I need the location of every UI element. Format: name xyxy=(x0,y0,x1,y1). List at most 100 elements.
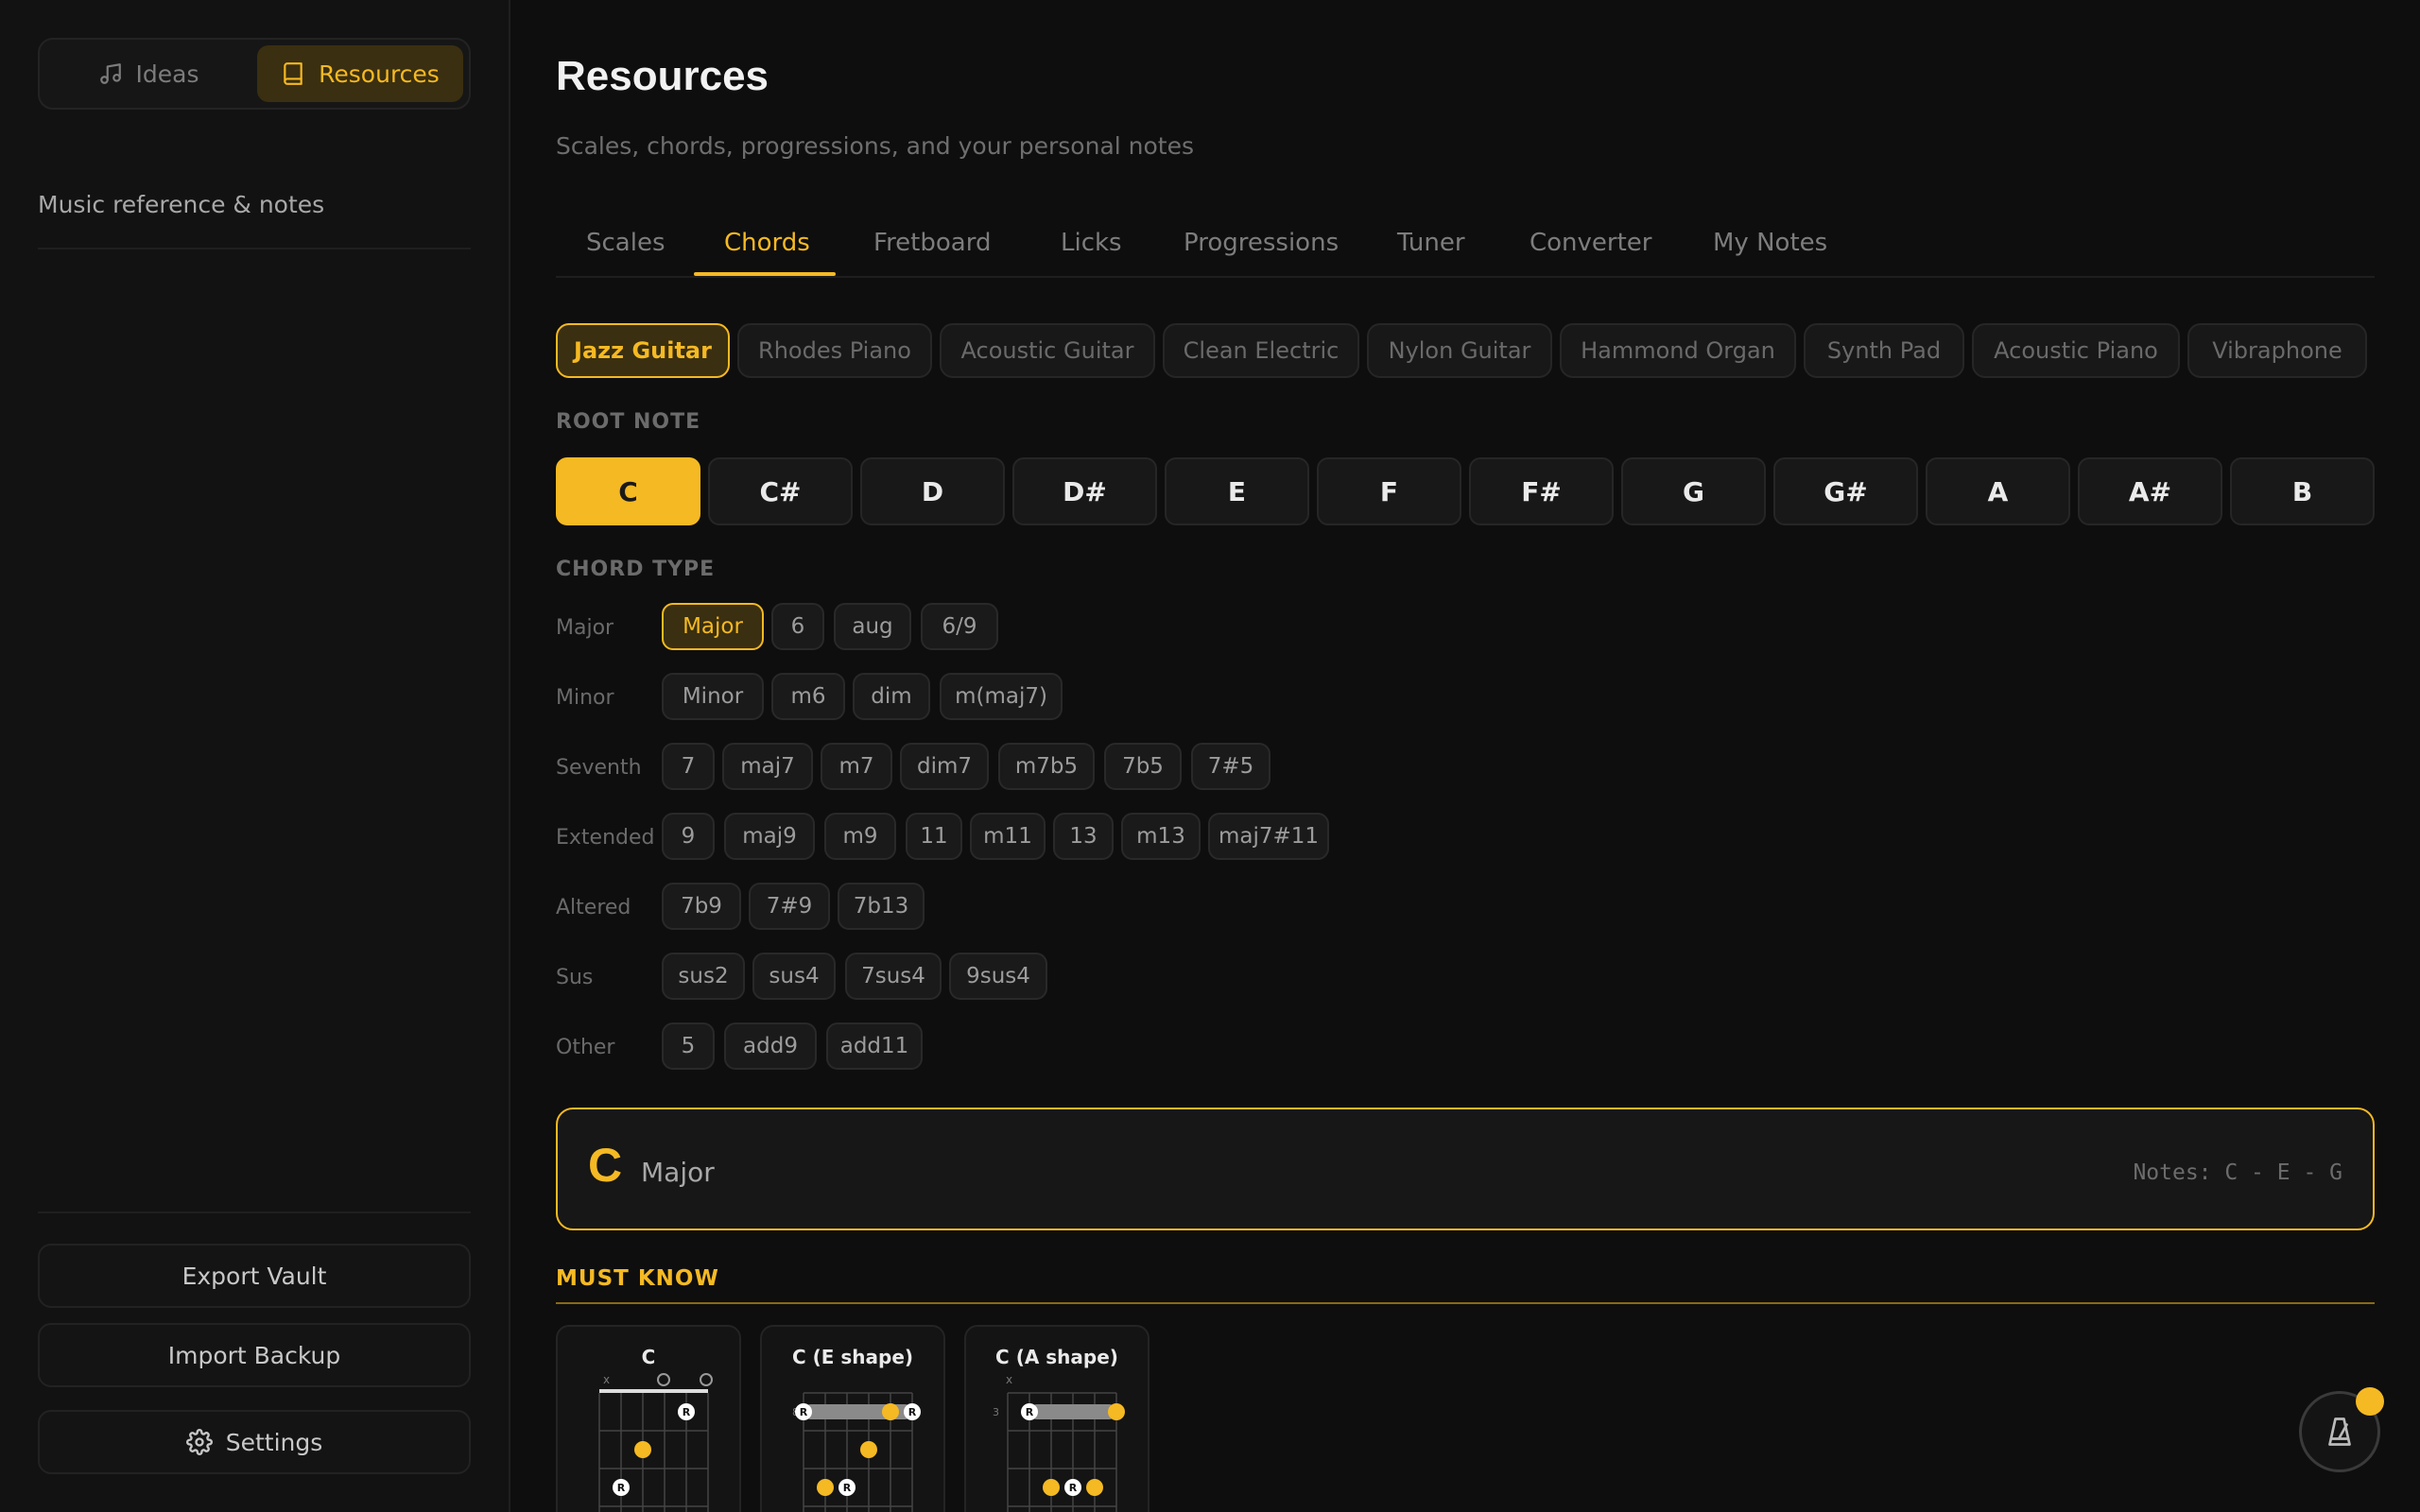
chord-type-7-sharp-9[interactable]: 7#9 xyxy=(749,883,830,930)
settings-button[interactable]: Settings xyxy=(38,1410,471,1474)
muted-string-marker: x xyxy=(603,1373,610,1386)
chord-card-c-a-shape[interactable]: C (A shape) x 3 R R xyxy=(964,1325,1150,1512)
chord-notes-display: Notes: C - E - G xyxy=(2133,1160,2342,1185)
chord-group-label-extended: Extended xyxy=(556,826,655,850)
chord-type-display: Major xyxy=(641,1157,715,1188)
chord-type-13[interactable]: 13 xyxy=(1053,813,1114,860)
chord-type-7b9[interactable]: 7b9 xyxy=(662,883,741,930)
chord-type-7-sharp-5[interactable]: 7#5 xyxy=(1191,743,1270,790)
instrument-hammond-organ[interactable]: Hammond Organ xyxy=(1560,323,1796,378)
root-f[interactable]: F xyxy=(1317,457,1461,525)
divider xyxy=(38,1211,471,1213)
chord-type-maj9[interactable]: maj9 xyxy=(724,813,815,860)
chord-type-5[interactable]: 5 xyxy=(662,1022,715,1070)
chord-type-major[interactable]: Major xyxy=(662,603,764,650)
chord-type-7b13[interactable]: 7b13 xyxy=(838,883,925,930)
root-d[interactable]: D xyxy=(860,457,1005,525)
import-backup-button[interactable]: Import Backup xyxy=(38,1323,471,1387)
active-tab-indicator xyxy=(694,272,836,276)
finger-dot xyxy=(860,1441,877,1458)
tab-my-notes[interactable]: My Notes xyxy=(1713,229,1827,257)
sidebar: Ideas Resources Music reference & notes … xyxy=(0,0,510,1512)
export-vault-button[interactable]: Export Vault xyxy=(38,1244,471,1308)
chord-type-maj7-sharp-11[interactable]: maj7#11 xyxy=(1208,813,1329,860)
chord-group-label-altered: Altered xyxy=(556,896,631,919)
root-a-sharp[interactable]: A# xyxy=(2078,457,2222,525)
chord-type-11[interactable]: 11 xyxy=(906,813,962,860)
root-marker: R xyxy=(1069,1482,1078,1494)
chord-card-title: C (E shape) xyxy=(791,1346,914,1368)
mode-ideas-label: Ideas xyxy=(135,60,199,88)
muted-string-marker: x xyxy=(1006,1373,1012,1386)
chord-diagram: x 3 R R xyxy=(993,1373,1125,1512)
chord-type-m6[interactable]: m6 xyxy=(771,673,845,720)
book-icon xyxy=(284,62,302,85)
sidebar-subtitle: Music reference & notes xyxy=(38,191,325,218)
chord-card-c[interactable]: C x R R xyxy=(556,1325,741,1512)
chord-type-dim7[interactable]: dim7 xyxy=(900,743,989,790)
chord-group-label-seventh: Seventh xyxy=(556,756,642,780)
chord-type-m7b5[interactable]: m7b5 xyxy=(998,743,1095,790)
chord-diagram: x R R xyxy=(598,1373,713,1512)
tab-progressions[interactable]: Progressions xyxy=(1184,229,1339,257)
instrument-synth-pad[interactable]: Synth Pad xyxy=(1804,323,1964,378)
root-c-sharp[interactable]: C# xyxy=(708,457,853,525)
root-b[interactable]: B xyxy=(2230,457,2375,525)
music-note-icon xyxy=(99,63,121,84)
mode-resources-button[interactable]: Resources xyxy=(257,45,463,102)
finger-dot xyxy=(817,1479,834,1496)
chord-type-maj7[interactable]: maj7 xyxy=(722,743,813,790)
tab-scales[interactable]: Scales xyxy=(586,229,666,257)
tab-licks[interactable]: Licks xyxy=(1061,229,1122,257)
tab-converter[interactable]: Converter xyxy=(1530,229,1652,257)
root-e[interactable]: E xyxy=(1165,457,1309,525)
main-content: Resources Scales, chords, progressions, … xyxy=(556,0,2375,1512)
root-marker: R xyxy=(617,1482,626,1494)
root-a[interactable]: A xyxy=(1926,457,2070,525)
instrument-nylon-guitar[interactable]: Nylon Guitar xyxy=(1367,323,1552,378)
page-title: Resources xyxy=(556,53,769,99)
instrument-clean-electric[interactable]: Clean Electric xyxy=(1163,323,1359,378)
chord-type-sus4[interactable]: sus4 xyxy=(752,953,836,1000)
finger-dot xyxy=(1108,1403,1125,1420)
chord-card-c-e-shape[interactable]: C (E shape) 8 R R R xyxy=(760,1325,945,1512)
tab-chords[interactable]: Chords xyxy=(724,229,810,257)
tab-fretboard[interactable]: Fretboard xyxy=(873,229,991,257)
chord-type-6-9[interactable]: 6/9 xyxy=(921,603,998,650)
root-marker: R xyxy=(683,1406,691,1418)
root-marker: R xyxy=(800,1406,808,1418)
finger-dot xyxy=(634,1441,651,1458)
chord-type-add11[interactable]: add11 xyxy=(826,1022,923,1070)
tab-tuner[interactable]: Tuner xyxy=(1397,229,1465,257)
mode-ideas-button[interactable]: Ideas xyxy=(45,45,251,102)
chord-type-m7[interactable]: m7 xyxy=(821,743,892,790)
chord-type-aug[interactable]: aug xyxy=(834,603,911,650)
instrument-vibraphone[interactable]: Vibraphone xyxy=(2187,323,2367,378)
chord-type-9[interactable]: 9 xyxy=(662,813,715,860)
root-f-sharp[interactable]: F# xyxy=(1469,457,1614,525)
chord-type-9sus4[interactable]: 9sus4 xyxy=(949,953,1047,1000)
chord-type-m13[interactable]: m13 xyxy=(1121,813,1201,860)
instrument-rhodes-piano[interactable]: Rhodes Piano xyxy=(737,323,932,378)
instrument-acoustic-piano[interactable]: Acoustic Piano xyxy=(1972,323,2180,378)
root-g-sharp[interactable]: G# xyxy=(1773,457,1918,525)
chord-type-m11[interactable]: m11 xyxy=(970,813,1046,860)
chord-type-sus2[interactable]: sus2 xyxy=(662,953,745,1000)
chord-type-minor[interactable]: Minor xyxy=(662,673,764,720)
chord-type-7sus4[interactable]: 7sus4 xyxy=(845,953,942,1000)
root-note-label: ROOT NOTE xyxy=(556,410,701,434)
chord-card-title: C (A shape) xyxy=(995,1346,1118,1368)
root-g[interactable]: G xyxy=(1621,457,1766,525)
chord-type-7b5[interactable]: 7b5 xyxy=(1104,743,1182,790)
chord-type-add9[interactable]: add9 xyxy=(724,1022,817,1070)
instrument-acoustic-guitar[interactable]: Acoustic Guitar xyxy=(940,323,1155,378)
chord-type-6[interactable]: 6 xyxy=(771,603,824,650)
chord-type-7[interactable]: 7 xyxy=(662,743,715,790)
instrument-jazz-guitar[interactable]: Jazz Guitar xyxy=(556,323,730,378)
chord-type-m-maj7[interactable]: m(maj7) xyxy=(940,673,1063,720)
root-c[interactable]: C xyxy=(556,457,700,525)
chord-type-m9[interactable]: m9 xyxy=(824,813,896,860)
root-d-sharp[interactable]: D# xyxy=(1012,457,1157,525)
chord-type-dim[interactable]: dim xyxy=(853,673,930,720)
chord-root-display: C xyxy=(588,1139,623,1192)
